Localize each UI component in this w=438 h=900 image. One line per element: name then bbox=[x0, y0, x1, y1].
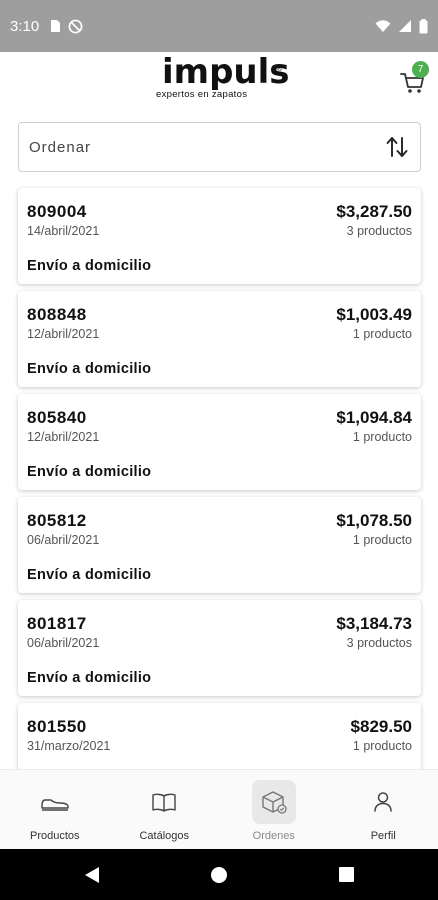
order-product-count: 3 productos bbox=[346, 636, 412, 650]
nav-item-productos[interactable]: Productos bbox=[0, 770, 110, 849]
bottom-navigation: Productos Catálogos Ordenes Perfil bbox=[0, 769, 438, 849]
sort-arrows-icon bbox=[386, 137, 408, 157]
order-card[interactable]: 809004 14/abril/2021 $3,287.50 3 product… bbox=[18, 188, 421, 284]
status-time: 3:10 bbox=[10, 17, 40, 35]
nav-label: Perfil bbox=[370, 830, 396, 842]
impuls-logo[interactable]: impuls ® expertos en zapatos bbox=[156, 52, 290, 102]
order-total: $829.50 bbox=[350, 717, 412, 736]
order-shipping: Envío a domicilio bbox=[27, 670, 152, 686]
order-date: 31/marzo/2021 bbox=[27, 739, 111, 753]
nav-label: Ordenes bbox=[252, 830, 295, 842]
order-total: $1,078.50 bbox=[336, 511, 412, 530]
battery-icon bbox=[419, 18, 428, 33]
order-date: 06/abril/2021 bbox=[27, 636, 100, 650]
order-id: 805812 bbox=[27, 511, 87, 530]
order-date: 12/abril/2021 bbox=[27, 430, 100, 444]
nav-icon-container bbox=[361, 780, 405, 824]
order-card[interactable]: 801550 31/marzo/2021 $829.50 1 producto bbox=[18, 703, 421, 769]
status-bar: 3:10 bbox=[0, 0, 438, 52]
nav-item-ordenes[interactable]: Ordenes bbox=[219, 770, 329, 849]
order-date: 06/abril/2021 bbox=[27, 533, 100, 547]
order-date: 14/abril/2021 bbox=[27, 224, 100, 238]
order-product-count: 1 producto bbox=[352, 327, 412, 341]
order-id: 801817 bbox=[27, 614, 87, 633]
logo-registered-mark: ® bbox=[276, 66, 282, 73]
order-card[interactable]: 805840 12/abril/2021 $1,094.84 1 product… bbox=[18, 394, 421, 490]
nav-label: Productos bbox=[29, 830, 80, 842]
wifi-icon bbox=[375, 20, 391, 32]
nav-icon-container bbox=[251, 780, 296, 824]
order-total: $1,003.49 bbox=[336, 305, 412, 324]
logo-word: impuls bbox=[162, 52, 290, 92]
order-card[interactable]: 801817 06/abril/2021 $3,184.73 3 product… bbox=[18, 600, 421, 696]
order-total: $3,184.73 bbox=[336, 614, 412, 633]
nav-item-perfil[interactable]: Perfil bbox=[329, 770, 438, 849]
nav-item-catalogos[interactable]: Catálogos bbox=[110, 770, 220, 849]
signal-icon bbox=[399, 20, 411, 32]
order-id: 808848 bbox=[27, 305, 87, 324]
order-product-count: 3 productos bbox=[346, 224, 412, 238]
order-product-count: 1 producto bbox=[352, 533, 412, 547]
box-icon bbox=[262, 791, 287, 814]
order-product-count: 1 producto bbox=[352, 739, 412, 753]
person-icon bbox=[374, 792, 392, 812]
order-total: $3,287.50 bbox=[336, 202, 412, 221]
app-header: impuls ® expertos en zapatos 7 bbox=[0, 52, 438, 108]
orders-list[interactable]: 809004 14/abril/2021 $3,287.50 3 product… bbox=[0, 186, 438, 769]
order-date: 12/abril/2021 bbox=[27, 327, 100, 341]
sim-card-icon bbox=[51, 20, 61, 32]
sort-label: Ordenar bbox=[29, 138, 92, 156]
book-icon bbox=[152, 793, 176, 812]
status-system-icons bbox=[375, 18, 428, 34]
sort-dropdown[interactable]: Ordenar bbox=[18, 122, 421, 172]
order-shipping: Envío a domicilio bbox=[27, 258, 152, 274]
order-product-count: 1 producto bbox=[352, 430, 412, 444]
order-id: 801550 bbox=[27, 717, 87, 736]
nav-icon-container bbox=[33, 780, 77, 824]
order-card[interactable]: 805812 06/abril/2021 $1,078.50 1 product… bbox=[18, 497, 421, 593]
logo-tagline: expertos en zapatos bbox=[156, 89, 248, 100]
home-icon[interactable] bbox=[210, 866, 228, 884]
order-shipping: Envío a domicilio bbox=[27, 567, 152, 583]
cart-count-badge: 7 bbox=[412, 61, 429, 78]
recents-icon[interactable] bbox=[339, 867, 354, 882]
nav-label: Catálogos bbox=[139, 830, 190, 842]
shoe-icon bbox=[41, 799, 69, 811]
order-id: 809004 bbox=[27, 202, 87, 221]
no-disturb-icon bbox=[68, 19, 83, 33]
status-notification-icons bbox=[49, 19, 83, 34]
nav-icon-container bbox=[142, 780, 186, 824]
order-shipping: Envío a domicilio bbox=[27, 464, 152, 480]
android-navigation-bar bbox=[0, 849, 438, 900]
back-icon[interactable] bbox=[83, 865, 101, 885]
order-card[interactable]: 808848 12/abril/2021 $1,003.49 1 product… bbox=[18, 291, 421, 387]
order-shipping: Envío a domicilio bbox=[27, 361, 152, 377]
order-total: $1,094.84 bbox=[336, 408, 412, 427]
order-id: 805840 bbox=[27, 408, 87, 427]
